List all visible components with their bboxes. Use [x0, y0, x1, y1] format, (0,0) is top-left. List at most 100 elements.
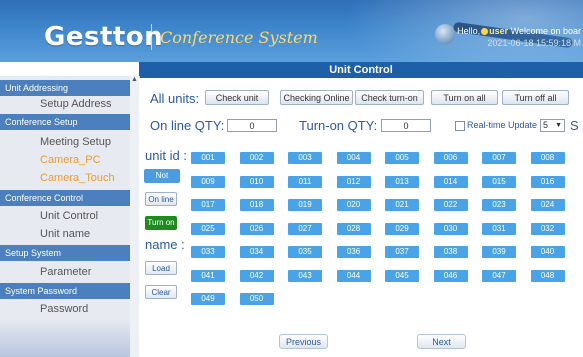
sidebar-item-camera-pc[interactable]: Camera_PC — [0, 152, 130, 168]
sidebar-section-conference-setup[interactable]: Conference Setup — [0, 114, 130, 130]
unit-tile[interactable]: 008 — [530, 152, 565, 164]
unit-tile[interactable]: 004 — [336, 152, 371, 164]
unit-tile[interactable]: 028 — [336, 222, 371, 235]
unit-tile[interactable]: 043 — [288, 269, 322, 282]
realtime-interval-value: 5 — [543, 120, 549, 130]
app-logo: Gestton — [44, 22, 164, 52]
sidebar-section-conference-control[interactable]: Conference Control — [0, 190, 130, 206]
next-page-button[interactable]: Next — [417, 334, 466, 349]
unit-tile[interactable]: 045 — [385, 269, 419, 282]
unit-tile[interactable]: 029 — [385, 222, 419, 235]
turn-off-all-button[interactable]: Turn off all — [502, 90, 569, 105]
sidebar-section-unit-addressing[interactable]: Unit Addressing — [0, 80, 130, 96]
check-turn-on-button[interactable]: Check turn-on — [355, 90, 424, 105]
unit-tile[interactable]: 012 — [336, 175, 371, 188]
not-online-legend: Not online — [144, 169, 180, 193]
unit-tile[interactable]: 022 — [433, 199, 468, 211]
unit-tile[interactable]: 034 — [239, 246, 274, 258]
sidebar-section-system-password[interactable]: System Password — [0, 283, 130, 299]
sidebar: Unit Addressing Setup Address Conference… — [0, 76, 140, 357]
unit-tile[interactable]: 017 — [191, 199, 225, 211]
unit-tile[interactable]: 047 — [482, 269, 516, 282]
sidebar-item-meeting-setup[interactable]: Meeting Setup — [0, 134, 130, 150]
unit-tile[interactable]: 007 — [482, 152, 516, 164]
page-title: Unit Control — [139, 62, 583, 78]
unit-tile[interactable]: 001 — [191, 152, 225, 164]
realtime-update-checkbox[interactable] — [455, 121, 465, 131]
unit-tile[interactable]: 033 — [191, 246, 225, 258]
chevron-down-icon: ▼ — [555, 122, 562, 129]
unit-tile[interactable]: 010 — [239, 175, 274, 188]
previous-page-button[interactable]: Previous — [279, 334, 328, 349]
unit-tile[interactable]: 024 — [530, 199, 565, 211]
unit-tile[interactable]: 041 — [191, 269, 225, 282]
clear-button[interactable]: Clear — [145, 285, 177, 299]
unit-tile[interactable]: 025 — [191, 222, 225, 235]
unit-tile[interactable]: 036 — [336, 246, 371, 258]
sidebar-item-password[interactable]: Password — [0, 301, 130, 317]
welcome-text: Welcome on boar — [510, 26, 581, 36]
unit-tile[interactable]: 019 — [288, 199, 322, 211]
all-units-label: All units: — [150, 91, 200, 106]
unit-tile[interactable]: 046 — [433, 269, 468, 282]
microphone-head-graphic — [435, 24, 455, 44]
scroll-up-icon[interactable]: ▲ — [131, 76, 138, 83]
unit-tile[interactable]: 015 — [482, 175, 516, 188]
app-header: Gestton Conference System Hello, user Wel… — [0, 0, 583, 62]
checking-online-button[interactable]: Checking Online — [280, 90, 353, 105]
main-panel: All units: Check unit Checking Online Ch… — [139, 78, 583, 357]
online-qty-label: On line QTY: — [150, 118, 225, 133]
unit-tile[interactable]: 021 — [385, 199, 419, 211]
realtime-interval-select[interactable]: 5 ▼ — [540, 119, 565, 132]
unit-tile[interactable]: 039 — [482, 246, 516, 258]
sidebar-item-unit-name[interactable]: Unit name — [0, 226, 130, 242]
unit-tile[interactable]: 003 — [288, 152, 322, 164]
sidebar-scrollbar[interactable]: ▲ — [130, 76, 139, 357]
sidebar-item-unit-control[interactable]: Unit Control — [0, 208, 130, 224]
turnon-qty-label: Turn-on QTY: — [299, 118, 378, 133]
unit-tile[interactable]: 030 — [433, 222, 468, 235]
load-button[interactable]: Load — [145, 261, 177, 275]
sidebar-section-setup-system[interactable]: Setup System — [0, 245, 130, 261]
unit-tile[interactable]: 040 — [530, 246, 565, 258]
unit-tile[interactable]: 009 — [191, 175, 225, 188]
sidebar-item-camera-touch[interactable]: Camera_Touch — [0, 170, 130, 186]
username: user — [489, 26, 509, 36]
turn-on-all-button[interactable]: Turn on all — [431, 90, 498, 105]
current-timestamp: 2021-06-18 15:59:18 M — [487, 38, 581, 48]
unit-tile[interactable]: 006 — [433, 152, 468, 164]
on-line-legend: On line — [145, 192, 177, 206]
unit-tile[interactable]: 049 — [191, 293, 225, 305]
unit-tile[interactable]: 016 — [530, 175, 565, 188]
unit-tile[interactable]: 018 — [239, 199, 274, 211]
unit-tile[interactable]: 032 — [530, 222, 565, 235]
greeting-text: Hello, — [457, 26, 481, 36]
realtime-update-label: Real-time Update — [467, 120, 538, 130]
sidebar-item-setup-address[interactable]: Setup Address — [0, 96, 130, 112]
unit-tile[interactable]: 014 — [433, 175, 468, 188]
unit-tile[interactable]: 044 — [336, 269, 371, 282]
unit-tile[interactable]: 050 — [239, 293, 274, 305]
app-subtitle: Conference System — [160, 28, 318, 47]
unit-tile[interactable]: 011 — [288, 175, 322, 188]
unit-tile[interactable]: 031 — [482, 222, 516, 235]
unit-tile[interactable]: 038 — [433, 246, 468, 258]
unit-tile[interactable]: 035 — [288, 246, 322, 258]
unit-tile[interactable]: 048 — [530, 269, 565, 282]
unit-tile[interactable]: 023 — [482, 199, 516, 211]
seconds-label: S — [570, 118, 579, 133]
logo-separator — [151, 24, 152, 50]
unit-tile[interactable]: 005 — [385, 152, 419, 164]
unit-tile[interactable]: 002 — [239, 152, 274, 164]
online-qty-field: 0 — [227, 119, 277, 132]
sidebar-item-parameter[interactable]: Parameter — [0, 264, 130, 280]
check-unit-button[interactable]: Check unit — [205, 90, 269, 105]
unit-id-label: unit id : — [145, 148, 187, 163]
unit-tile[interactable]: 013 — [385, 175, 419, 188]
unit-tile[interactable]: 042 — [239, 269, 274, 282]
name-label: name : — [145, 237, 185, 252]
unit-tile[interactable]: 027 — [288, 222, 322, 235]
unit-tile[interactable]: 020 — [336, 199, 371, 211]
unit-tile[interactable]: 037 — [385, 246, 419, 258]
unit-tile[interactable]: 026 — [239, 222, 274, 235]
